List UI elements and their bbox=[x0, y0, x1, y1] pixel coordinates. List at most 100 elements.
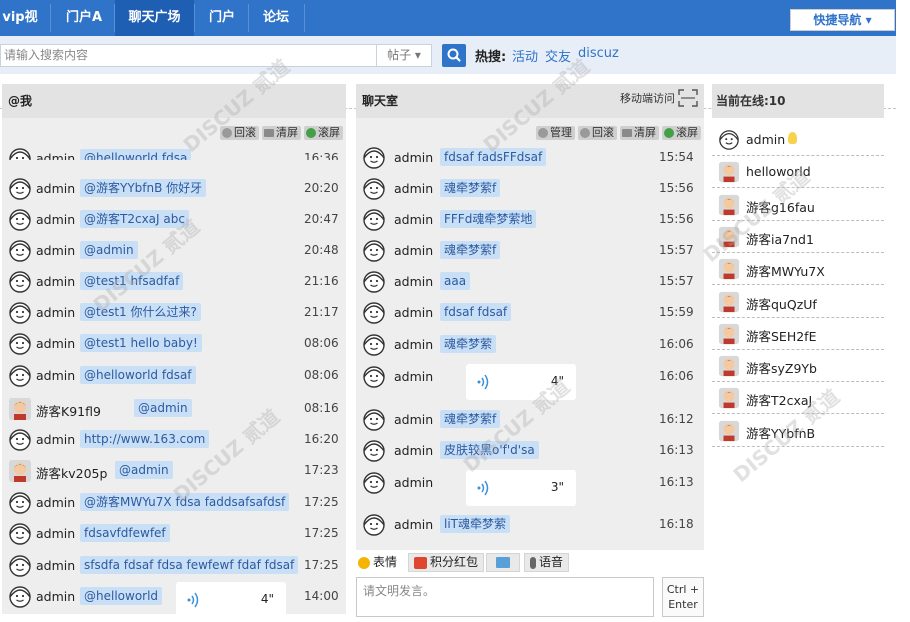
hot-link-activity[interactable]: 活动 bbox=[512, 46, 538, 65]
message-text: aaa bbox=[440, 272, 471, 290]
avatar bbox=[362, 333, 386, 357]
online-user[interactable]: helloworld bbox=[712, 156, 884, 189]
hot-link-discuz[interactable]: discuz bbox=[578, 46, 619, 61]
user-avatar-icon bbox=[9, 365, 31, 387]
message-username[interactable]: admin bbox=[36, 526, 75, 541]
avatar bbox=[362, 471, 386, 495]
message-time: 21:16 bbox=[304, 274, 339, 288]
online-user[interactable]: 游客T2cxaJ bbox=[712, 382, 884, 415]
message-row: admin @test1 hfsadfaf 21:16 bbox=[2, 269, 346, 295]
online-user[interactable]: 游客g16fau bbox=[712, 189, 884, 221]
message-time: 20:47 bbox=[304, 212, 339, 226]
emoji-icon bbox=[358, 556, 370, 569]
search-type-select[interactable]: 帖子 ▾ bbox=[376, 44, 432, 67]
nav-item-portal-a[interactable]: 门户A bbox=[56, 0, 112, 36]
message-row: admin @admin 20:48 bbox=[2, 238, 346, 264]
online-user[interactable]: 游客ia7nd1 bbox=[712, 221, 884, 253]
image-button[interactable] bbox=[486, 553, 520, 572]
voice-message[interactable]: 4" bbox=[466, 364, 576, 400]
message-time: 16:18 bbox=[659, 517, 694, 531]
rollback-button[interactable]: 回滚 bbox=[220, 126, 259, 140]
message-username[interactable]: admin bbox=[36, 151, 75, 160]
avatar bbox=[362, 439, 386, 463]
nav-item-vip[interactable]: vip视频 bbox=[0, 0, 44, 61]
message-username[interactable]: admin bbox=[36, 495, 75, 510]
avatar bbox=[362, 513, 386, 537]
rollback-icon bbox=[580, 128, 590, 138]
message-time: 08:16 bbox=[304, 401, 339, 415]
message-username[interactable]: admin bbox=[36, 305, 75, 320]
emoji-button[interactable]: 表情 bbox=[356, 553, 402, 572]
mobile-access-label[interactable]: 移动端访问 bbox=[620, 90, 675, 106]
clear-button[interactable]: 清屏 bbox=[262, 126, 301, 140]
search-input[interactable]: 请输入搜索内容 bbox=[0, 44, 376, 67]
message-username[interactable]: admin bbox=[394, 212, 433, 227]
voice-message[interactable]: 4" bbox=[176, 582, 286, 618]
message-text: 皮肤较黑o'f'd'sa bbox=[440, 441, 539, 459]
online-user[interactable]: 游客MWYu7X bbox=[712, 253, 884, 286]
message-username[interactable]: admin bbox=[36, 274, 75, 289]
autoscroll-label: 滚屏 bbox=[676, 126, 698, 139]
message-username[interactable]: admin bbox=[36, 432, 75, 447]
message-text: @游客YYbfnB 你好牙 bbox=[80, 179, 207, 197]
avatar bbox=[362, 301, 386, 325]
message-username[interactable]: admin bbox=[394, 443, 433, 458]
message-username[interactable]: admin bbox=[394, 475, 433, 490]
online-user[interactable]: 游客syZ9Yb bbox=[712, 350, 884, 383]
online-user[interactable]: 游客quQzUf bbox=[712, 286, 884, 318]
send-button[interactable]: Ctrl + Enter bbox=[662, 577, 704, 617]
autoscroll-button[interactable]: 滚屏 bbox=[662, 126, 701, 140]
message-username[interactable]: admin bbox=[36, 558, 75, 573]
message-text: @admin bbox=[115, 461, 173, 479]
message-username[interactable]: admin bbox=[36, 181, 75, 196]
manage-button[interactable]: 管理 bbox=[536, 126, 575, 140]
message-username[interactable]: admin bbox=[394, 150, 433, 165]
rollback-button[interactable]: 回滚 bbox=[578, 126, 617, 140]
message-username[interactable]: admin bbox=[36, 589, 75, 604]
message-username[interactable]: admin bbox=[394, 243, 433, 258]
online-user[interactable]: 游客YYbfnB bbox=[712, 415, 884, 447]
quick-nav-button[interactable]: 快捷导航 ▾ bbox=[790, 9, 895, 31]
qrcode-icon[interactable] bbox=[678, 89, 698, 107]
nav-item-portal[interactable]: 门户 bbox=[200, 0, 244, 36]
voice-message[interactable]: 3" bbox=[466, 470, 576, 506]
nav-item-forum[interactable]: 论坛 bbox=[254, 0, 298, 36]
message-row: admin @helloworld 14:00 4" bbox=[2, 582, 346, 618]
guest-avatar-icon bbox=[718, 162, 740, 183]
message-username[interactable]: admin bbox=[394, 337, 433, 352]
message-username[interactable]: admin bbox=[394, 517, 433, 532]
nav-item-chat-square[interactable]: 聊天广场 bbox=[115, 0, 194, 36]
message-username[interactable]: admin bbox=[36, 368, 75, 383]
message-username[interactable]: admin bbox=[36, 212, 75, 227]
message-username[interactable]: admin bbox=[394, 369, 433, 384]
message-username[interactable]: admin bbox=[36, 243, 75, 258]
nav-divider bbox=[194, 4, 195, 32]
message-row: admin aaa 15:57 bbox=[356, 269, 704, 295]
avatar bbox=[8, 147, 32, 160]
message-text: FFFd魂牵梦萦地 bbox=[440, 210, 537, 228]
avatar bbox=[8, 301, 32, 325]
message-username[interactable]: 游客K91fl9 bbox=[36, 401, 101, 420]
send-shortcut-line1: Ctrl + bbox=[666, 583, 700, 596]
autoscroll-button[interactable]: 滚屏 bbox=[304, 126, 343, 140]
message-time: 17:25 bbox=[304, 495, 339, 509]
online-user[interactable]: 游客SEH2fE bbox=[712, 318, 884, 350]
message-username[interactable]: admin bbox=[394, 274, 433, 289]
panel-title: @我 bbox=[2, 84, 346, 118]
avatar bbox=[718, 226, 740, 248]
red-packet-button[interactable]: 积分红包 bbox=[408, 553, 485, 572]
voice-button[interactable]: 语音 bbox=[524, 553, 570, 572]
message-time: 20:20 bbox=[304, 181, 339, 195]
user-avatar-icon bbox=[363, 240, 385, 262]
message-username[interactable]: admin bbox=[394, 305, 433, 320]
avatar bbox=[8, 585, 32, 609]
online-user[interactable]: admin bbox=[712, 124, 884, 156]
message-username[interactable]: admin bbox=[36, 336, 75, 351]
message-username[interactable]: admin bbox=[394, 181, 433, 196]
hot-link-friends[interactable]: 交友 bbox=[545, 46, 571, 65]
message-username[interactable]: 游客kv205p bbox=[36, 463, 107, 482]
message-username[interactable]: admin bbox=[394, 412, 433, 427]
search-button[interactable] bbox=[442, 44, 466, 67]
clear-button[interactable]: 清屏 bbox=[620, 126, 659, 140]
chat-message-input[interactable]: 请文明发言。 bbox=[356, 577, 654, 617]
